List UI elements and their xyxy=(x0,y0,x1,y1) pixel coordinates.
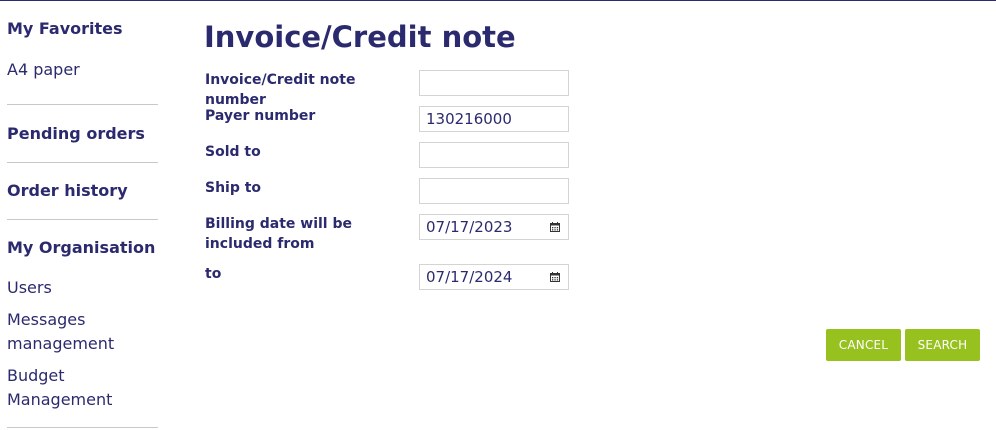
sidebar-heading-favorites: My Favorites xyxy=(7,19,123,38)
sidebar-item-a4-paper[interactable]: A4 paper xyxy=(7,58,80,82)
ship-to-label: Ship to xyxy=(205,180,262,196)
sidebar-divider xyxy=(7,219,158,220)
sidebar-item-pending-orders[interactable]: Pending orders xyxy=(7,124,145,143)
calendar-icon[interactable] xyxy=(550,272,560,282)
sidebar-divider xyxy=(7,162,158,163)
sidebar-item-order-history[interactable]: Order history xyxy=(7,181,128,200)
billing-date-from-input[interactable]: 07/17/2023 xyxy=(419,214,569,240)
calendar-icon[interactable] xyxy=(550,222,560,232)
billing-date-from-value: 07/17/2023 xyxy=(426,218,513,236)
top-border xyxy=(0,0,996,1)
cancel-button[interactable]: CANCEL xyxy=(826,329,901,361)
sidebar-item-messages-management[interactable]: Messages management xyxy=(7,308,117,356)
billing-date-from-label: Billing date will be included from xyxy=(205,216,352,252)
sidebar-divider xyxy=(7,427,158,428)
sidebar-item-budget-management[interactable]: Budget Management xyxy=(7,364,117,412)
sidebar-heading-organisation: My Organisation xyxy=(7,238,156,257)
search-button[interactable]: SEARCH xyxy=(905,329,980,361)
page-title: Invoice/Credit note xyxy=(204,20,516,54)
billing-date-to-input[interactable]: 07/17/2024 xyxy=(419,264,569,290)
invoice-number-input[interactable] xyxy=(419,70,569,96)
billing-date-to-label: to xyxy=(205,266,222,282)
payer-number-label: Payer number xyxy=(205,108,316,124)
ship-to-input[interactable] xyxy=(419,178,569,204)
payer-number-input[interactable] xyxy=(419,106,569,132)
sold-to-label: Sold to xyxy=(205,144,261,160)
billing-date-to-value: 07/17/2024 xyxy=(426,268,513,286)
sidebar-item-users[interactable]: Users xyxy=(7,276,52,300)
sidebar-divider xyxy=(7,104,158,105)
invoice-number-label: Invoice/Credit note number xyxy=(205,72,356,108)
sold-to-input[interactable] xyxy=(419,142,569,168)
